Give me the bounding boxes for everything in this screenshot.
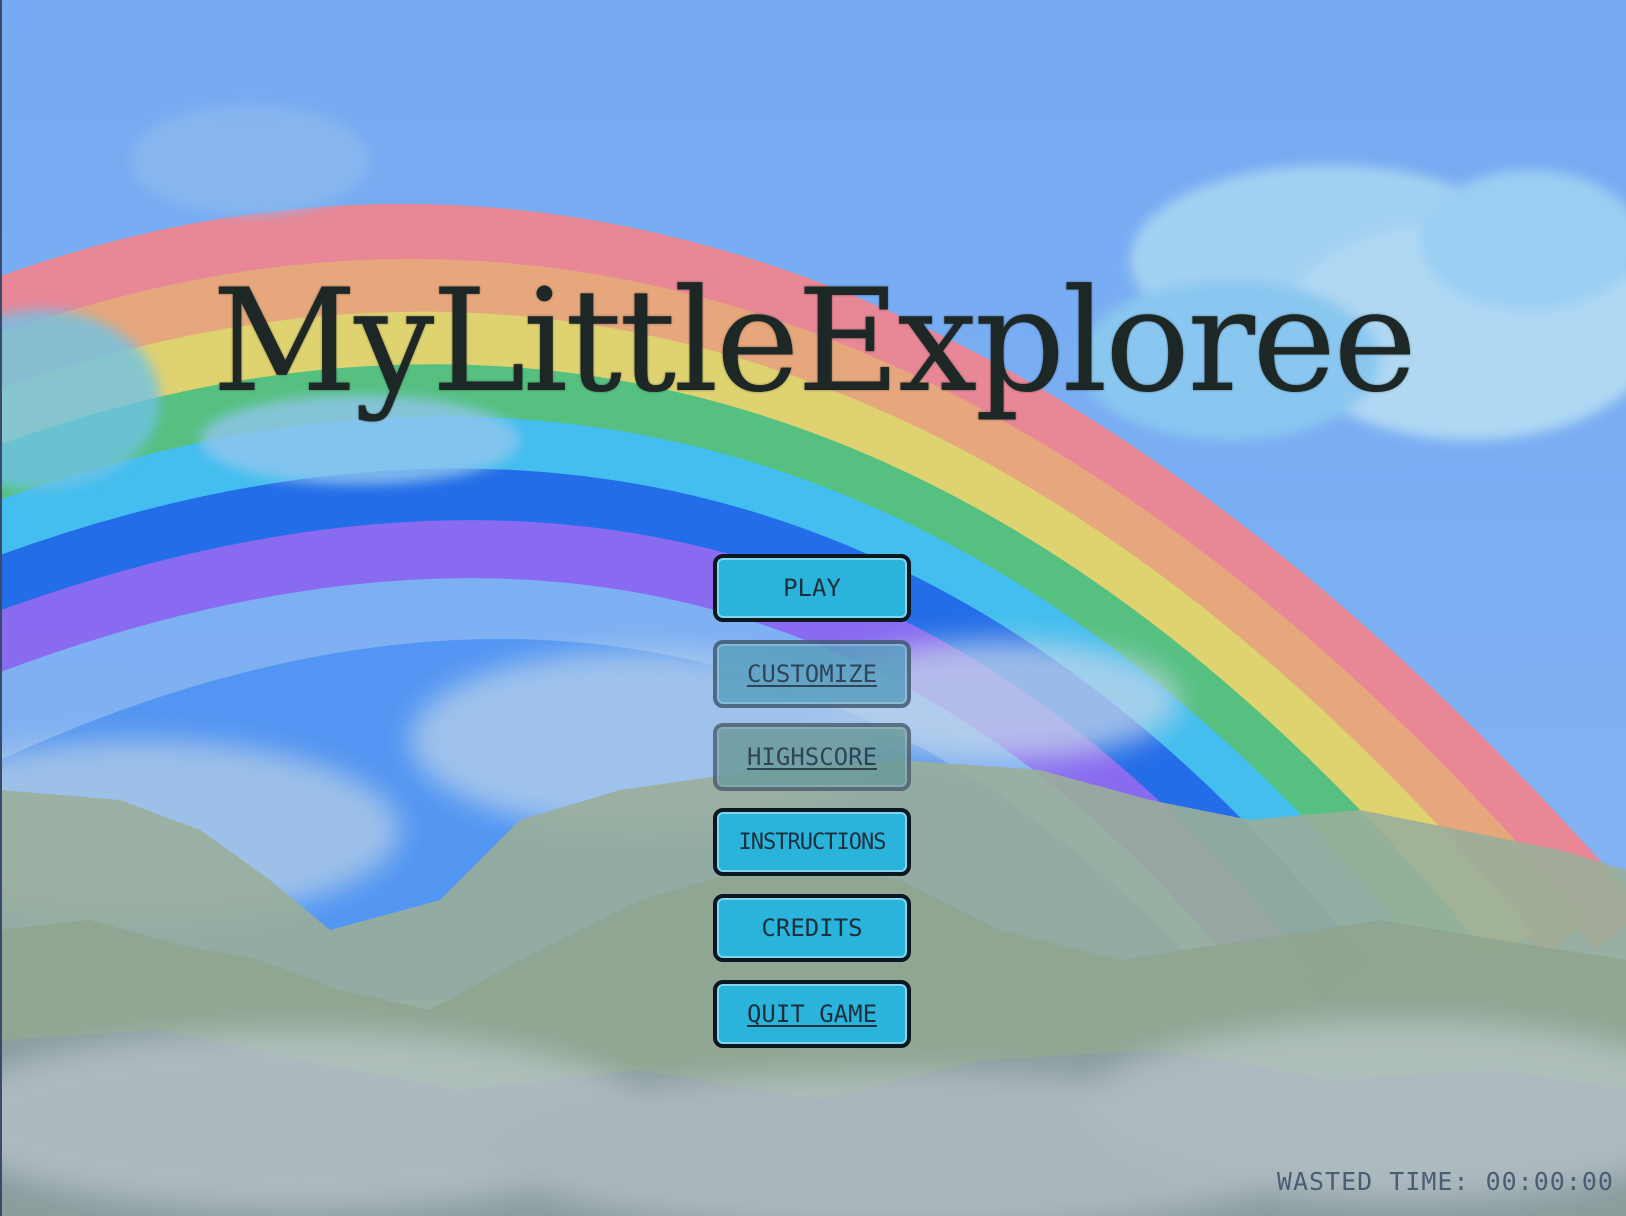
quit-game-button-label: QUIT GAME — [746, 1000, 878, 1028]
instructions-button-label: INSTRUCTIONS — [738, 829, 887, 855]
highscore-button[interactable]: HIGHSCORE — [713, 723, 911, 791]
play-button[interactable]: PLAY — [713, 554, 911, 622]
game-screen: MyLittleExploree PLAY CUSTOMIZE HIGHSCOR… — [0, 0, 1626, 1216]
wasted-time-label: WASTED TIME: — [1276, 1167, 1470, 1196]
instructions-button[interactable]: INSTRUCTIONS — [713, 808, 911, 876]
credits-button[interactable]: CREDITS — [713, 894, 911, 962]
customize-button[interactable]: CUSTOMIZE — [713, 640, 911, 708]
game-title: MyLittleExploree — [211, 259, 1417, 424]
wasted-time-readout: WASTED TIME: 00:00:00 — [1277, 1167, 1614, 1196]
wasted-time-value: 00:00:00 — [1485, 1167, 1614, 1196]
customize-button-label: CUSTOMIZE — [746, 660, 878, 688]
credits-button-label: CREDITS — [761, 914, 863, 942]
quit-game-button[interactable]: QUIT GAME — [713, 980, 911, 1048]
highscore-button-label: HIGHSCORE — [746, 743, 878, 771]
play-button-label: PLAY — [783, 574, 841, 602]
